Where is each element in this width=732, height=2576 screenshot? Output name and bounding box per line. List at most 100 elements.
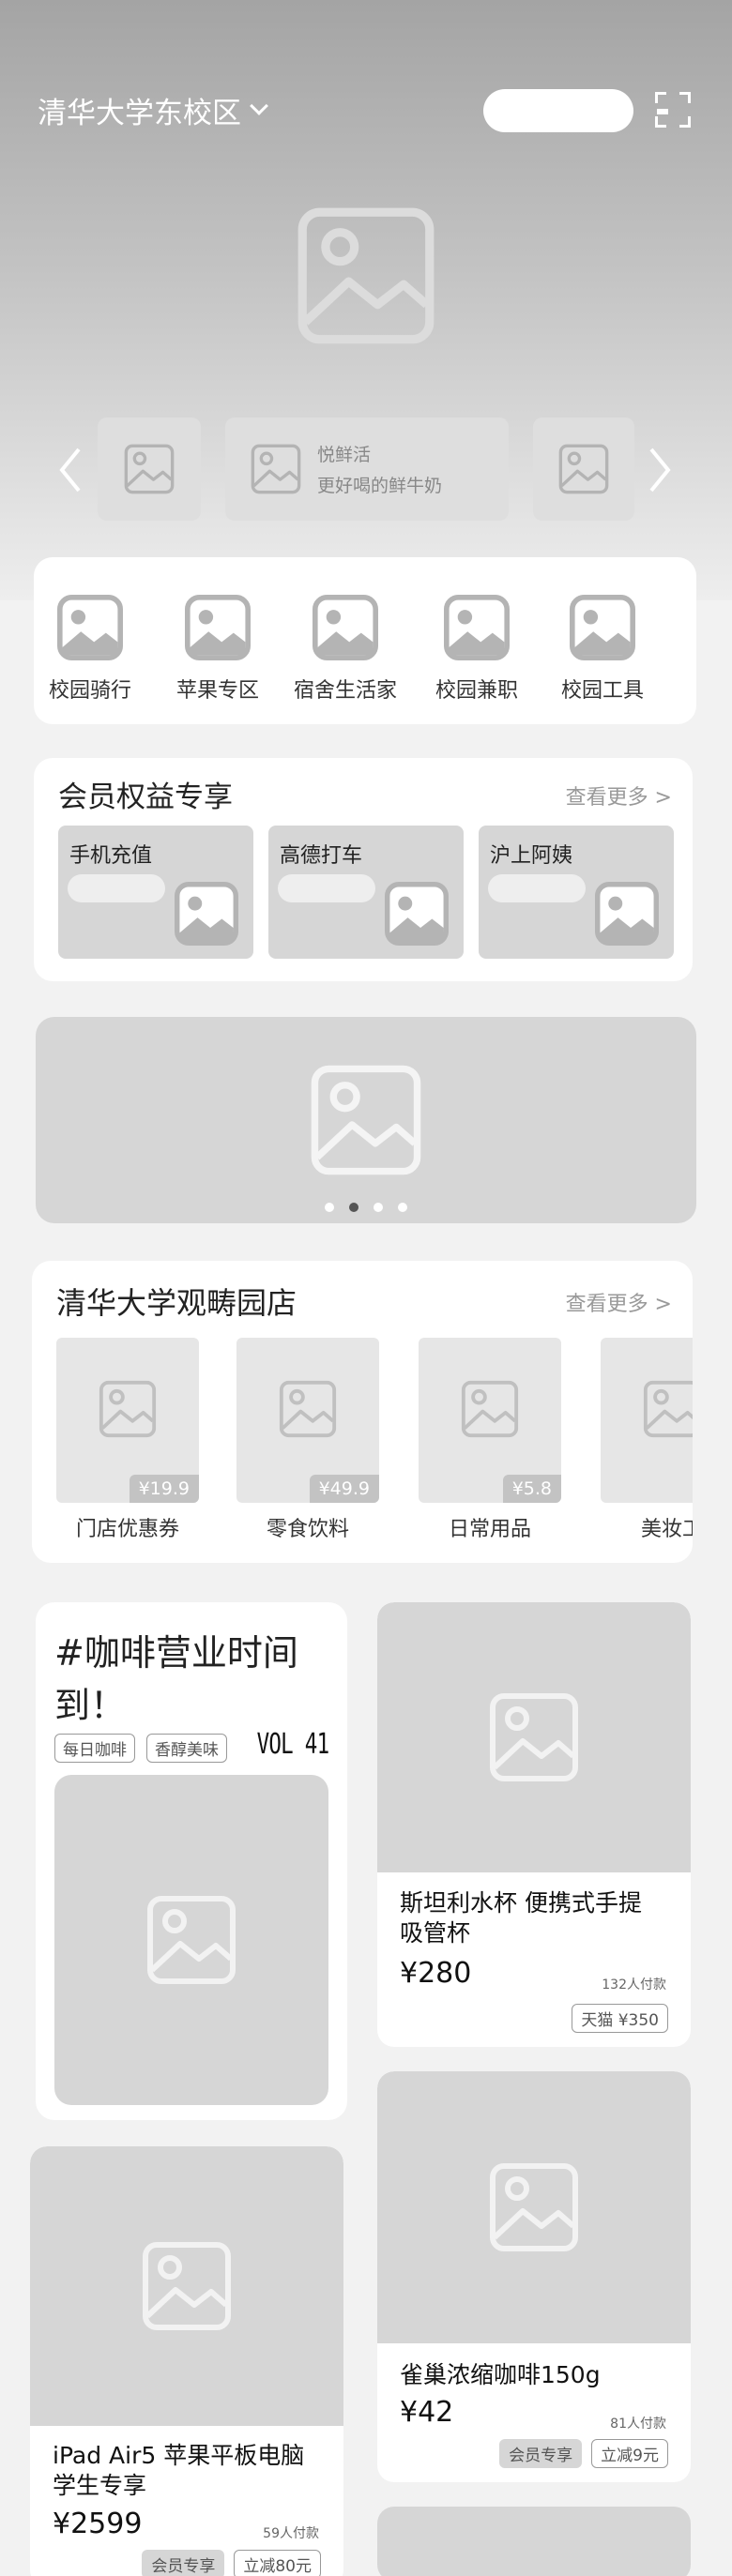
section-title: 清华大学观畴园店	[56, 1285, 297, 1321]
product-image	[30, 2146, 343, 2426]
category-label: 校园兼职	[435, 679, 518, 703]
product-name: iPad Air5 苹果平板电脑学生专享	[53, 2442, 305, 2499]
pagination-dot[interactable]	[325, 1203, 334, 1212]
image-placeholder-icon	[185, 595, 251, 660]
pagination-dot[interactable]	[398, 1203, 407, 1212]
item-price: ¥19.9	[129, 1475, 199, 1503]
image-placeholder-icon	[98, 1379, 158, 1439]
promo-banner[interactable]	[36, 1017, 696, 1223]
category-grid: 校园骑行 苹果专区 宿舍生活家 校园兼职 校园工具	[34, 557, 696, 724]
image-placeholder-icon	[308, 1062, 424, 1178]
product-name: 斯坦利水杯 便携式手提吸管杯	[400, 1889, 642, 1947]
image-placeholder-icon	[140, 2239, 234, 2333]
item-name: 美妆工	[640, 1518, 693, 1541]
tag: 每日咖啡	[54, 1734, 135, 1763]
category-item[interactable]: 苹果专区	[161, 595, 274, 704]
product-name: 雀巢浓缩咖啡150g	[400, 2361, 601, 2388]
feature-image	[54, 1775, 328, 2105]
coffee-feature-card[interactable]: #咖啡营业时间到！ 每日咖啡 香醇美味 VOL 41	[36, 1602, 347, 2120]
benefit-card[interactable]: 高德打车	[268, 826, 464, 959]
benefit-card[interactable]: 手机充值	[58, 826, 253, 959]
image-placeholder-icon	[570, 595, 635, 660]
tag: 香醇美味	[146, 1734, 227, 1763]
section-title: 会员权益专享	[58, 780, 233, 814]
product-image	[377, 2071, 691, 2343]
product-sold-count: 81人付款	[610, 2417, 666, 2432]
category-label: 校园骑行	[48, 679, 131, 703]
see-more-link[interactable]: 查看更多 >	[566, 1287, 672, 1317]
carousel-item[interactable]	[533, 417, 634, 521]
category-label: 宿舍生活家	[293, 679, 397, 703]
campus-name: 清华大学东校区	[38, 96, 241, 130]
category-label: 校园工具	[560, 679, 644, 703]
image-placeholder-icon	[123, 443, 175, 495]
store-item[interactable]: ¥49.9 零食饮料	[236, 1338, 379, 1542]
product-card-partial[interactable]	[377, 2507, 691, 2576]
pagination-dot-active[interactable]	[349, 1203, 358, 1212]
pagination-dot[interactable]	[374, 1203, 383, 1212]
member-benefits-section: 会员权益专享 查看更多 > 手机充值 高德打车 沪上阿姨	[34, 758, 693, 981]
image-placeholder-icon	[460, 1379, 520, 1439]
item-name: 零食饮料	[266, 1518, 349, 1541]
product-badges: 会员专享 立减9元	[499, 2439, 668, 2468]
image-placeholder-icon	[250, 443, 302, 495]
scan-icon[interactable]	[655, 92, 691, 128]
image-placeholder-icon	[444, 595, 510, 660]
image-placeholder-icon	[313, 595, 378, 660]
discount-badge: 立减80元	[234, 2550, 321, 2576]
promo-subtitle: 更好喝的鲜牛奶	[317, 476, 443, 496]
promo-title: 悦鲜活	[317, 445, 372, 465]
carousel-item[interactable]	[98, 417, 201, 521]
product-sold-count: 132人付款	[602, 1977, 666, 1993]
image-placeholder-icon	[557, 443, 610, 495]
benefit-card[interactable]: 沪上阿姨	[479, 826, 674, 959]
carousel-item-featured[interactable]: 悦鲜活 更好喝的鲜牛奶	[225, 417, 509, 521]
category-item[interactable]: 校园工具	[546, 595, 659, 704]
feature-tags: 每日咖啡 香醇美味	[54, 1734, 227, 1763]
item-price: ¥49.9	[309, 1475, 379, 1503]
store-item[interactable]: ¥5.8 日常用品	[419, 1338, 561, 1542]
product-price: ¥2599	[53, 2508, 143, 2540]
image-placeholder-icon	[57, 595, 123, 660]
product-price: ¥280	[400, 1957, 472, 1990]
discount-badge: 立减9元	[591, 2439, 668, 2468]
search-bar[interactable]	[483, 89, 633, 132]
product-card[interactable]: iPad Air5 苹果平板电脑学生专享 ¥2599 59人付款 会员专享 立减…	[30, 2146, 343, 2576]
product-card[interactable]: 雀巢浓缩咖啡150g ¥42 81人付款 会员专享 立减9元	[377, 2071, 691, 2482]
store-item[interactable]: 美妆工	[601, 1338, 693, 1542]
badge: 天猫 ¥350	[572, 2004, 668, 2033]
store-section: 清华大学观畴园店 查看更多 > ¥19.9 门店优惠券 ¥49.9 零食饮料 ¥…	[32, 1261, 693, 1563]
benefit-pill	[68, 874, 165, 902]
category-item[interactable]: 校园兼职	[420, 595, 533, 704]
chevron-right-icon[interactable]	[648, 446, 672, 494]
category-label: 苹果专区	[175, 679, 259, 703]
see-more-link[interactable]: 查看更多 >	[566, 780, 672, 811]
hero-image-placeholder-icon	[294, 204, 438, 348]
campus-selector[interactable]: 清华大学东校区	[38, 89, 268, 131]
member-badge: 会员专享	[499, 2439, 583, 2468]
product-sold-count: 59人付款	[263, 2526, 319, 2541]
benefit-label: 手机充值	[69, 844, 153, 868]
benefit-label: 高德打车	[280, 844, 363, 868]
top-header: 清华大学东校区	[38, 89, 694, 132]
product-badges: 天猫 ¥350	[572, 2004, 668, 2033]
product-image	[377, 1602, 691, 1872]
chevron-left-icon[interactable]	[58, 446, 83, 494]
image-placeholder-icon	[175, 882, 238, 946]
chevron-down-icon	[250, 97, 268, 115]
store-item[interactable]: ¥19.9 门店优惠券	[56, 1338, 199, 1542]
image-placeholder-icon	[278, 1379, 338, 1439]
item-name: 日常用品	[448, 1518, 531, 1541]
category-item[interactable]: 校园骑行	[34, 595, 146, 704]
benefit-pill	[488, 874, 586, 902]
category-item[interactable]: 宿舍生活家	[289, 595, 402, 704]
banner-pagination	[36, 1203, 696, 1212]
image-placeholder-icon	[385, 882, 449, 946]
benefit-pill	[278, 874, 375, 902]
benefit-label: 沪上阿姨	[490, 844, 573, 868]
product-card[interactable]: 斯坦利水杯 便携式手提吸管杯 ¥280 132人付款 天猫 ¥350	[377, 1602, 691, 2047]
member-badge: 会员专享	[142, 2550, 225, 2576]
promo-carousel: 悦鲜活 更好喝的鲜牛奶	[0, 417, 732, 523]
image-placeholder-icon	[487, 1690, 581, 1784]
product-price: ¥42	[400, 2396, 454, 2429]
